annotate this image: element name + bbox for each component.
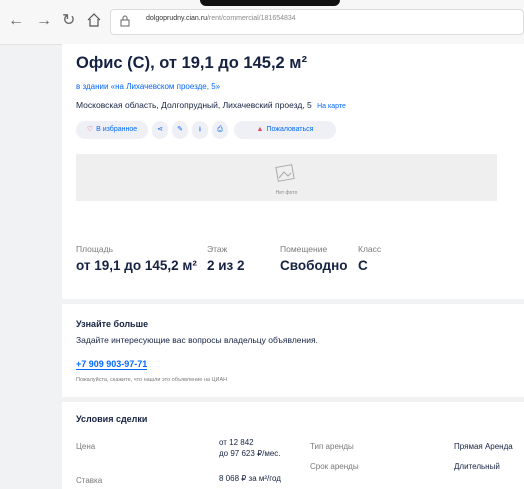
url-text[interactable]: dolgoprudny.cian.ru/rent/commercial/1816…	[146, 15, 296, 22]
print-icon: ⎙	[217, 126, 223, 133]
stat-room-value: Свободно	[280, 258, 348, 273]
rate-label: Ставка	[76, 476, 103, 485]
contact-text: Задайте интересующие вас вопросы владель…	[76, 335, 318, 345]
rent-term-label: Срок аренды	[310, 462, 359, 471]
page-title: Офис (С), от 19,1 до 145,2 м²	[76, 54, 307, 72]
phone-link[interactable]: +7 909 903-97-71	[76, 359, 148, 370]
contact-note: Пожалуйста, скажите, что нашли это объяв…	[76, 377, 228, 383]
stat-floor-label: Этаж	[207, 244, 228, 254]
stat-room-label: Помещение	[280, 244, 328, 254]
favorite-button[interactable]: ♡ В избранное	[76, 121, 148, 139]
download-icon: ⭳	[198, 126, 202, 133]
contact-card: Узнайте больше Задайте интересующие вас …	[62, 304, 524, 397]
stat-area-label: Площадь	[76, 244, 114, 254]
rent-type-value: Прямая Аренда	[454, 442, 513, 451]
price-value-from: от 12 842	[219, 438, 254, 447]
stat-class-value: С	[358, 258, 368, 273]
deal-heading: Условия сделки	[76, 414, 148, 424]
share-icon: ⋖	[157, 126, 163, 133]
no-photo-icon	[275, 164, 295, 182]
lock-icon	[120, 15, 130, 27]
download-button[interactable]: ⭳	[192, 121, 208, 139]
browser-toolbar: ← → ↻ dolgoprudny.cian.ru/rent/commercia…	[0, 0, 524, 45]
edit-button[interactable]: ✎	[172, 121, 188, 139]
reload-icon[interactable]: ↻	[62, 12, 75, 30]
building-link[interactable]: в здании «на Лихачевском проезде, 5»	[76, 82, 220, 91]
window-strip	[200, 0, 340, 6]
rent-term-value: Длительный	[454, 462, 500, 471]
rate-value: 8 068 ₽ за м²/год	[219, 474, 281, 483]
contact-heading: Узнайте больше	[76, 319, 149, 329]
heart-icon: ♡	[86, 126, 94, 133]
address-bar[interactable]	[110, 9, 524, 35]
stat-area-value: от 19,1 до 145,2 м²	[76, 258, 197, 273]
price-value-to: до 97 623 ₽/мес.	[219, 449, 281, 458]
listing-card: Офис (С), от 19,1 до 145,2 м² в здании «…	[62, 44, 524, 299]
complain-button[interactable]: ▲ Пожаловаться	[234, 121, 336, 139]
stat-class-label: Класс	[358, 244, 382, 254]
map-link[interactable]: На карте	[317, 103, 346, 110]
address: Московская область, Долгопрудный, Лихаче…	[76, 100, 346, 110]
forward-icon[interactable]: →	[36, 12, 52, 30]
price-label: Цена	[76, 442, 96, 451]
back-icon[interactable]: ←	[8, 12, 24, 30]
warning-icon: ▲	[256, 126, 264, 133]
no-photo-text: Нет фото	[275, 190, 298, 196]
deal-card: Условия сделки Цена от 12 842 до 97 623 …	[62, 402, 524, 489]
print-button[interactable]: ⎙	[212, 121, 228, 139]
home-icon[interactable]	[86, 12, 102, 28]
rent-type-label: Тип аренды	[310, 442, 354, 451]
pencil-icon: ✎	[177, 126, 183, 133]
stat-floor-value: 2 из 2	[207, 258, 245, 273]
share-button[interactable]: ⋖	[152, 121, 168, 139]
photo-placeholder: Нет фото	[76, 154, 497, 201]
